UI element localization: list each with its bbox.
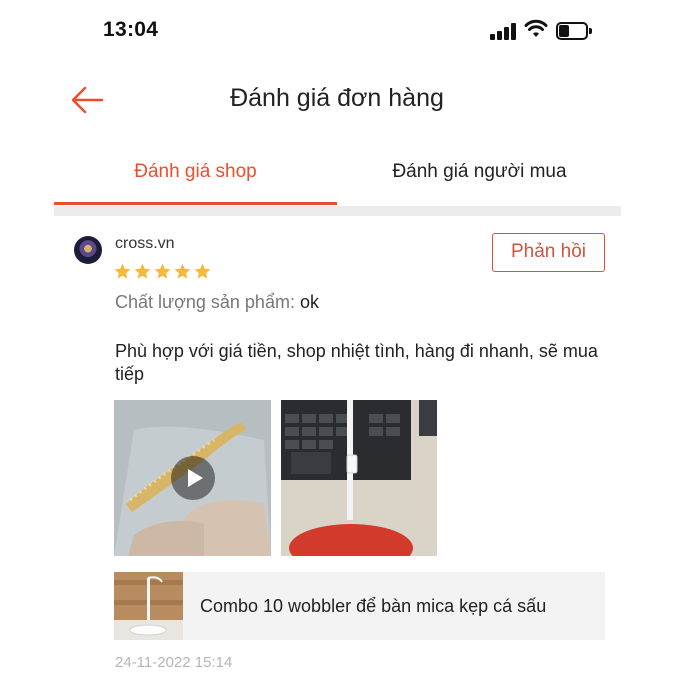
reviewer-username: cross.vn [115, 235, 175, 252]
review-photo-thumbnail[interactable] [281, 400, 437, 556]
review-timestamp: 24-11-2022 15:14 [115, 654, 233, 671]
product-item[interactable]: Combo 10 wobbler để bàn mica kẹp cá sấu [114, 572, 605, 640]
play-icon [171, 456, 215, 500]
quality-label: Chất lượng sản phẩm: [115, 292, 295, 312]
star-rating [113, 262, 212, 284]
star-icon [134, 263, 151, 279]
product-thumbnail [114, 572, 183, 640]
active-tab-indicator [54, 202, 337, 205]
page-title: Đánh giá đơn hàng [230, 84, 444, 112]
wifi-icon [524, 19, 548, 37]
reply-button[interactable]: Phản hồi [492, 233, 605, 272]
signal-icon [490, 22, 518, 40]
review-photo-image [281, 400, 437, 556]
star-icon [154, 263, 171, 279]
section-divider [54, 206, 621, 216]
star-icon [174, 263, 191, 279]
product-thumbnail-image [114, 572, 183, 640]
product-name: Combo 10 wobbler để bàn mica kẹp cá sấu [200, 596, 547, 616]
avatar[interactable] [74, 236, 102, 264]
review-video-thumbnail[interactable] [114, 400, 271, 556]
tab-buyer-review[interactable]: Đánh giá người mua [338, 150, 621, 206]
quality-value: ok [299, 292, 319, 312]
review-comment: Phù hợp với giá tiền, shop nhiệt tình, h… [115, 341, 598, 384]
product-quality: Chất lượng sản phẩm: ok [115, 292, 319, 313]
status-time: 13:04 [103, 18, 159, 41]
status-bar: 13:04 [0, 0, 674, 60]
star-icon [114, 263, 131, 279]
star-icon [194, 263, 211, 279]
tab-bar: Đánh giá shop Đánh giá người mua [54, 150, 621, 208]
battery-icon [556, 22, 592, 40]
tab-shop-review[interactable]: Đánh giá shop [54, 150, 337, 206]
